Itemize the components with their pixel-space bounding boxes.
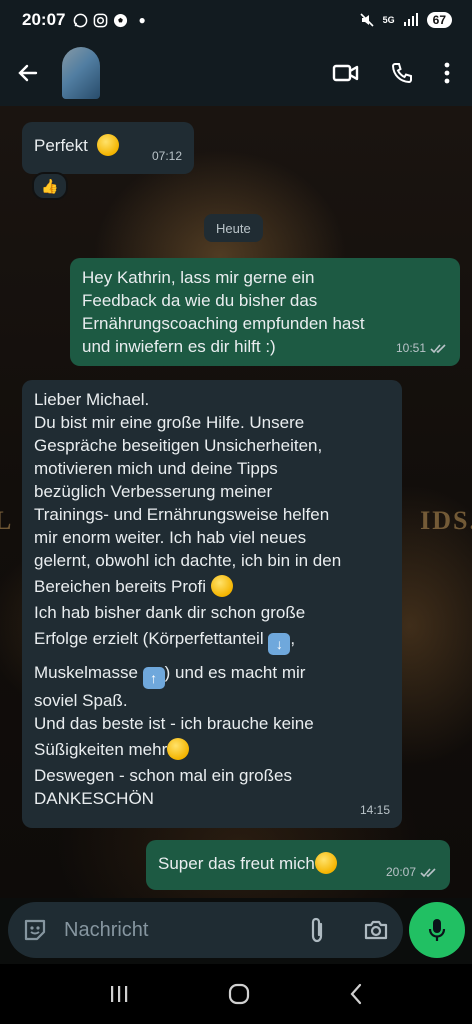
message-outgoing[interactable]: Super das freut mich 20:07 xyxy=(146,840,450,890)
more-options-icon[interactable] xyxy=(444,62,450,84)
chat-header xyxy=(0,40,472,106)
attach-paperclip-icon[interactable] xyxy=(307,916,327,944)
down-arrow-emoji: ↓ xyxy=(268,633,291,655)
voice-message-button[interactable] xyxy=(409,902,465,958)
grinning-sweat-emoji xyxy=(210,575,233,597)
battery-level: 67 xyxy=(426,12,452,28)
microphone-icon xyxy=(428,919,446,941)
soccer-ball-icon xyxy=(114,13,128,27)
message-time: 07:12 xyxy=(151,149,182,163)
status-bar: 20:07 ● 5G 67 xyxy=(0,0,472,40)
star-struck-emoji xyxy=(314,852,337,874)
date-divider: Heute xyxy=(204,214,263,242)
smiling-face-emoji xyxy=(96,134,119,156)
message-time: 10:51 xyxy=(395,341,426,355)
read-double-check-icon xyxy=(420,868,436,878)
message-outgoing[interactable]: Hey Kathrin, lass mir gerne ein Feedback… xyxy=(70,258,460,366)
contact-avatar[interactable] xyxy=(62,47,100,99)
message-text: Super das freut mich xyxy=(158,854,315,873)
instagram-notification-icon xyxy=(94,13,108,27)
network-type: 5G xyxy=(382,15,395,25)
sticker-icon[interactable] xyxy=(22,917,48,943)
message-time: 14:15 xyxy=(359,803,390,817)
grinning-sweat-emoji xyxy=(167,738,190,760)
back-arrow-icon[interactable] xyxy=(16,61,40,85)
mute-icon xyxy=(360,13,374,27)
camera-icon[interactable] xyxy=(363,919,389,941)
status-time: 20:07 xyxy=(22,10,66,29)
notification-icons xyxy=(73,13,128,28)
read-double-check-icon xyxy=(430,344,446,354)
video-call-icon[interactable] xyxy=(332,63,360,83)
message-text: Hey Kathrin, lass mir gerne ein Feedback… xyxy=(82,268,365,356)
phone-call-icon[interactable] xyxy=(390,61,414,85)
whatsapp-notification-icon xyxy=(74,13,88,27)
up-arrow-emoji: ↑ xyxy=(142,667,165,689)
message-text: Lieber Michael. Du bist mir eine große H… xyxy=(34,390,342,808)
message-composer xyxy=(0,898,472,964)
home-icon[interactable] xyxy=(228,983,250,1005)
message-text: Perfekt xyxy=(34,136,88,155)
recent-apps-icon[interactable] xyxy=(109,985,129,1003)
signal-icon xyxy=(403,13,418,26)
message-input-container[interactable] xyxy=(8,902,403,958)
system-navigation-bar xyxy=(0,964,472,1024)
more-notifications-dot: ● xyxy=(138,13,146,27)
chat-area[interactable]: L IDS. Perfekt 07:12 👍 Heute Hey Kathrin… xyxy=(0,106,472,898)
back-nav-icon[interactable] xyxy=(349,983,363,1005)
thumbs-up-reaction-icon[interactable]: 👍 xyxy=(32,172,68,200)
message-incoming[interactable]: Lieber Michael. Du bist mir eine große H… xyxy=(22,380,402,828)
message-input[interactable] xyxy=(62,917,286,943)
message-incoming[interactable]: Perfekt 07:12 xyxy=(22,122,194,174)
message-time: 20:07 xyxy=(385,865,416,879)
